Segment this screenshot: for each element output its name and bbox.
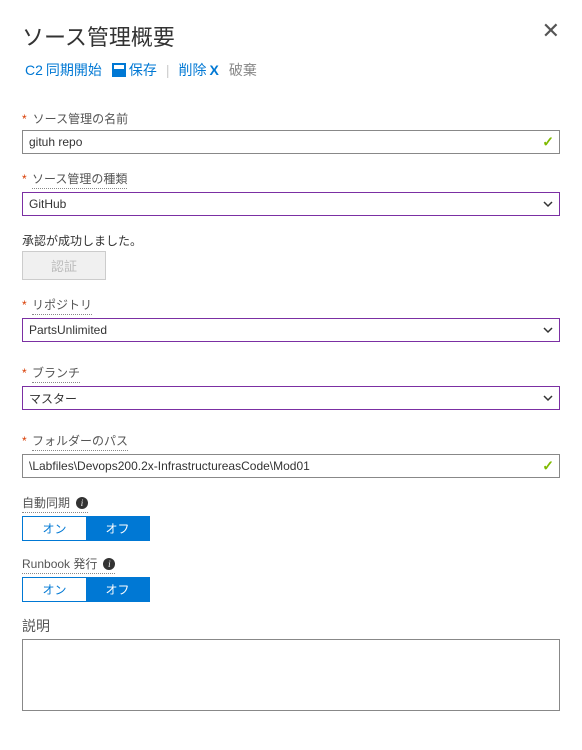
folder-path-input[interactable] — [22, 454, 560, 478]
autosync-on[interactable]: オン — [23, 517, 86, 540]
source-type-select[interactable]: GitHub — [22, 192, 560, 216]
autosync-toggle[interactable]: オン オフ — [22, 516, 150, 541]
label-source-name: * ソース管理の名前 — [22, 110, 560, 127]
required-marker: * — [22, 298, 27, 312]
label-branch-text: ブランチ — [32, 364, 80, 383]
label-autosync-text: 自動同期 — [22, 494, 70, 511]
info-icon[interactable]: i — [76, 497, 88, 509]
label-branch: * ブランチ — [22, 364, 560, 386]
description-textarea[interactable] — [22, 639, 560, 711]
repo-value: PartsUnlimited — [29, 323, 107, 337]
check-icon: ✓ — [542, 134, 554, 151]
publish-toggle[interactable]: オン オフ — [22, 577, 150, 602]
sync-label: 同期開始 — [46, 60, 102, 80]
label-repo-text: リポジトリ — [32, 296, 92, 315]
auth-success-message: 承認が成功しました。 — [22, 232, 560, 249]
label-source-name-text: ソース管理の名前 — [33, 110, 128, 127]
sync-prefix: C2 — [25, 62, 43, 78]
discard-button[interactable]: 破棄 — [226, 58, 260, 82]
label-publish: Runbook 発行 i — [22, 555, 115, 574]
autosync-off[interactable]: オフ — [86, 517, 149, 540]
label-source-type-text: ソース管理の種類 — [32, 170, 127, 189]
label-source-type: * ソース管理の種類 — [22, 170, 560, 192]
toolbar-separator: | — [166, 62, 170, 78]
save-icon — [112, 63, 126, 77]
check-icon: ✓ — [542, 458, 554, 475]
label-publish-text: Runbook 発行 — [22, 555, 97, 572]
delete-button[interactable]: 削除 X — [176, 58, 222, 82]
publish-off[interactable]: オフ — [86, 578, 149, 601]
source-name-input[interactable] — [22, 130, 560, 154]
label-autosync: 自動同期 i — [22, 494, 88, 513]
required-marker: * — [22, 112, 27, 126]
discard-label: 破棄 — [229, 60, 257, 80]
save-button[interactable]: 保存 — [109, 58, 160, 82]
branch-select[interactable]: マスター — [22, 386, 560, 410]
page-title: ソース管理概要 — [22, 20, 175, 52]
label-repo: * リポジトリ — [22, 296, 560, 318]
required-marker: * — [22, 434, 27, 448]
info-icon[interactable]: i — [103, 558, 115, 570]
publish-on[interactable]: オン — [23, 578, 86, 601]
close-icon[interactable]: ✕ — [542, 20, 560, 42]
source-type-value: GitHub — [29, 197, 66, 211]
delete-x-icon: X — [210, 62, 219, 78]
auth-button: 認証 — [22, 251, 106, 280]
required-marker: * — [22, 172, 27, 186]
toolbar: C2 同期開始 保存 | 削除 X 破棄 — [22, 58, 560, 82]
sync-button[interactable]: C2 同期開始 — [22, 58, 105, 82]
label-description: 説明 — [22, 616, 560, 636]
repo-select[interactable]: PartsUnlimited — [22, 318, 560, 342]
save-label: 保存 — [129, 60, 157, 80]
delete-label: 削除 — [179, 60, 207, 80]
branch-value: マスター — [29, 390, 77, 407]
required-marker: * — [22, 366, 27, 380]
label-folder: * フォルダーのパス — [22, 432, 560, 454]
label-folder-text: フォルダーのパス — [32, 432, 128, 451]
